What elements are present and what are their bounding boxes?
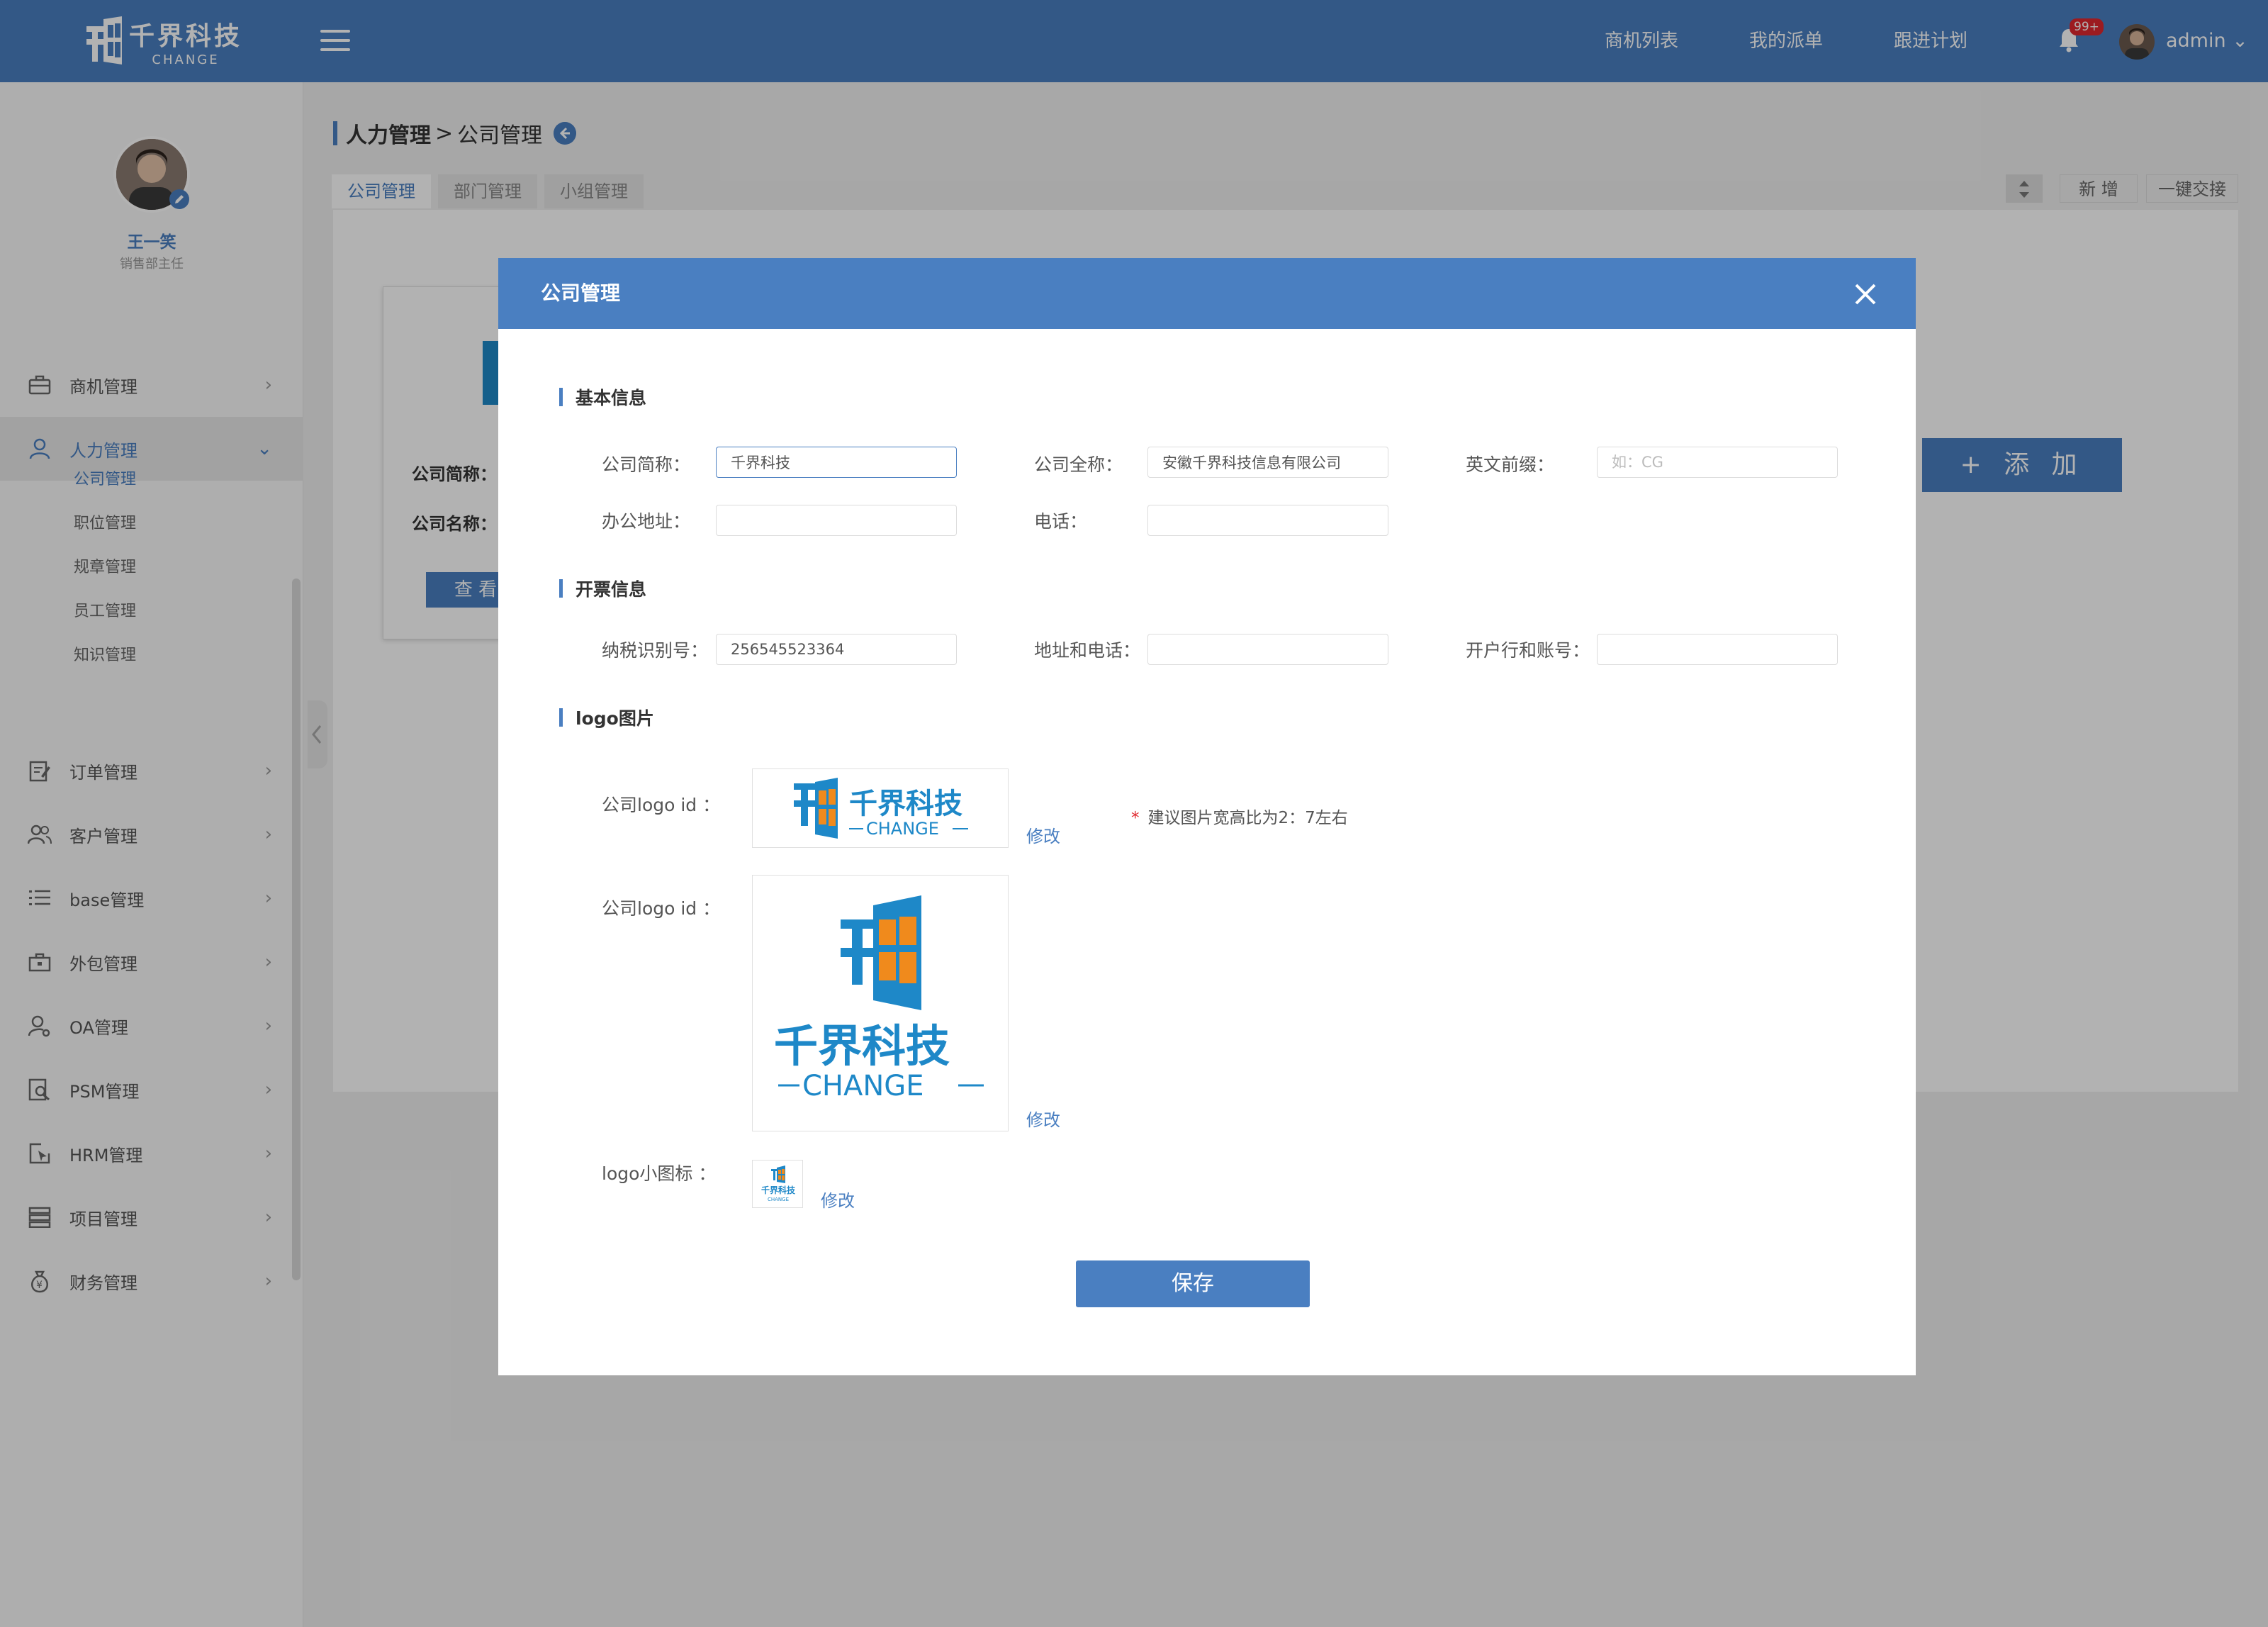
logo-square-image: 千界科技 CHANGE bbox=[752, 875, 1009, 1131]
logo-cn-text: 千界科技 bbox=[849, 788, 962, 820]
logo-en-text: CHANGE bbox=[866, 819, 939, 839]
bank-input[interactable] bbox=[1597, 634, 1838, 665]
address-label: 办公地址： bbox=[602, 511, 691, 532]
modal-title: 公司管理 bbox=[541, 281, 621, 305]
edit-small-icon-link[interactable]: 修改 bbox=[821, 1187, 855, 1212]
hint-text: 建议图片宽高比为2：7左右 bbox=[1147, 809, 1348, 827]
required-star: * bbox=[1131, 809, 1140, 827]
tax-id-input[interactable] bbox=[716, 634, 957, 665]
address-input[interactable] bbox=[716, 505, 957, 536]
logo-cn-text: 千界科技 bbox=[761, 1185, 796, 1195]
phone-input[interactable] bbox=[1147, 505, 1388, 536]
modal-header: 公司管理 bbox=[498, 258, 1916, 329]
section-invoice-info: 开票信息 bbox=[559, 576, 646, 601]
addr-phone-input[interactable] bbox=[1147, 634, 1388, 665]
logo-en-text: CHANGE bbox=[768, 1197, 789, 1202]
save-button[interactable]: 保存 bbox=[1076, 1260, 1310, 1307]
prefix-label: 英文前缀： bbox=[1466, 454, 1555, 475]
phone-label: 电话： bbox=[1034, 511, 1088, 532]
small-icon-label: logo小图标 ： bbox=[602, 1163, 717, 1184]
close-icon[interactable] bbox=[1853, 282, 1877, 306]
section-logo: logo图片 bbox=[559, 705, 654, 730]
bank-label: 开户行和账号： bbox=[1466, 640, 1590, 661]
short-name-label: 公司简称： bbox=[602, 454, 691, 475]
company-modal: 公司管理 基本信息 公司简称： 公司全称： 英文前缀： 办公地址： 电话： 开票… bbox=[498, 258, 1916, 1375]
logo-id-label-2: 公司logo id ： bbox=[602, 898, 721, 919]
logo-en-text: CHANGE bbox=[802, 1070, 924, 1102]
logo-id-label: 公司logo id ： bbox=[602, 795, 721, 815]
edit-logo-square-link[interactable]: 修改 bbox=[1026, 1106, 1060, 1131]
addr-phone-label: 地址和电话： bbox=[1034, 640, 1141, 661]
full-name-input[interactable] bbox=[1147, 447, 1388, 478]
full-name-label: 公司全称： bbox=[1034, 454, 1123, 475]
logo-cn-text: 千界科技 bbox=[774, 1020, 950, 1072]
prefix-input[interactable] bbox=[1597, 447, 1838, 478]
logo-horizontal-image: 千界科技 CHANGE bbox=[752, 768, 1009, 848]
edit-logo-horizontal-link[interactable]: 修改 bbox=[1026, 822, 1060, 847]
section-basic-info: 基本信息 bbox=[559, 384, 646, 410]
short-name-input[interactable] bbox=[716, 447, 957, 478]
logo-ratio-hint: * 建议图片宽高比为2：7左右 bbox=[1131, 804, 1348, 828]
logo-small-icon: 千界科技 CHANGE bbox=[752, 1160, 803, 1208]
tax-id-label: 纳税识别号： bbox=[602, 640, 709, 661]
